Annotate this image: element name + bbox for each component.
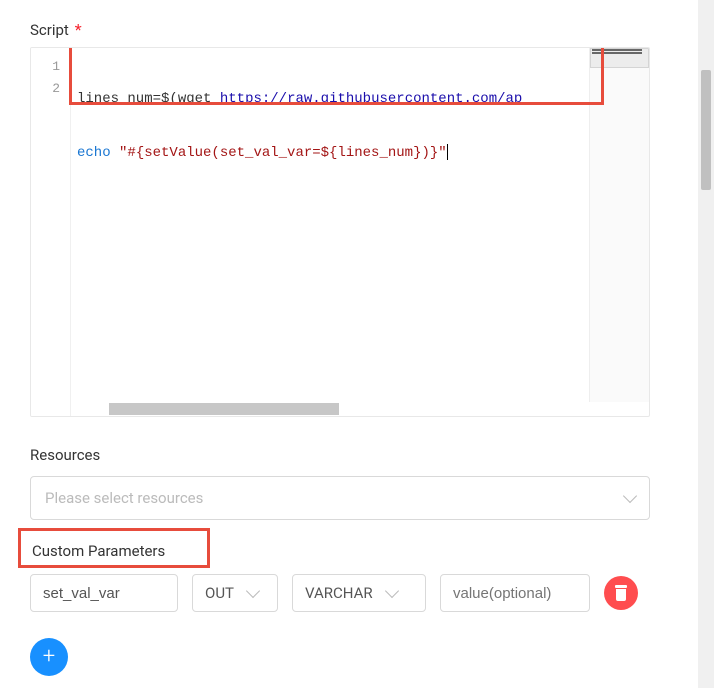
delete-param-button[interactable] [604, 576, 638, 610]
chevron-down-icon [385, 584, 399, 598]
text-cursor [447, 144, 448, 160]
add-param-button[interactable]: + [30, 638, 68, 676]
script-label: Script [30, 21, 69, 39]
param-type-value: VARCHAR [305, 584, 373, 602]
resources-select[interactable]: Please select resources [30, 476, 650, 520]
param-direction-value: OUT [205, 584, 234, 602]
line-number: 2 [31, 78, 70, 100]
chevron-down-icon [246, 584, 260, 598]
scrollbar-thumb[interactable] [109, 403, 339, 415]
scrollbar-thumb[interactable] [701, 70, 711, 190]
horizontal-scrollbar[interactable] [71, 402, 611, 416]
editor-minimap[interactable] [589, 48, 649, 402]
editor-gutter: 1 2 [31, 48, 71, 416]
page-scrollbar[interactable] [698, 0, 714, 688]
param-type-select[interactable]: VARCHAR [292, 574, 426, 612]
param-name-input[interactable] [30, 574, 178, 612]
code-line: lines_num=$(wget https://raw.githubuserc… [77, 88, 643, 110]
resources-label: Resources [30, 446, 100, 464]
line-number: 1 [31, 56, 70, 78]
minimap-viewport[interactable] [590, 48, 649, 68]
trash-icon [614, 585, 628, 601]
resources-placeholder: Please select resources [45, 489, 203, 507]
param-direction-select[interactable]: OUT [192, 574, 278, 612]
chevron-down-icon [623, 489, 637, 503]
code-content[interactable]: lines_num=$(wget https://raw.githubuserc… [71, 48, 649, 416]
plus-icon: + [43, 646, 55, 668]
custom-parameters-label: Custom Parameters [30, 542, 650, 560]
parameter-row: OUT VARCHAR [30, 574, 650, 612]
script-editor[interactable]: 1 2 lines_num=$(wget https://raw.githubu… [30, 47, 650, 417]
code-line: echo "#{setValue(set_val_var=${lines_num… [77, 142, 643, 164]
param-value-input[interactable] [440, 574, 590, 612]
required-mark: * [75, 20, 82, 39]
